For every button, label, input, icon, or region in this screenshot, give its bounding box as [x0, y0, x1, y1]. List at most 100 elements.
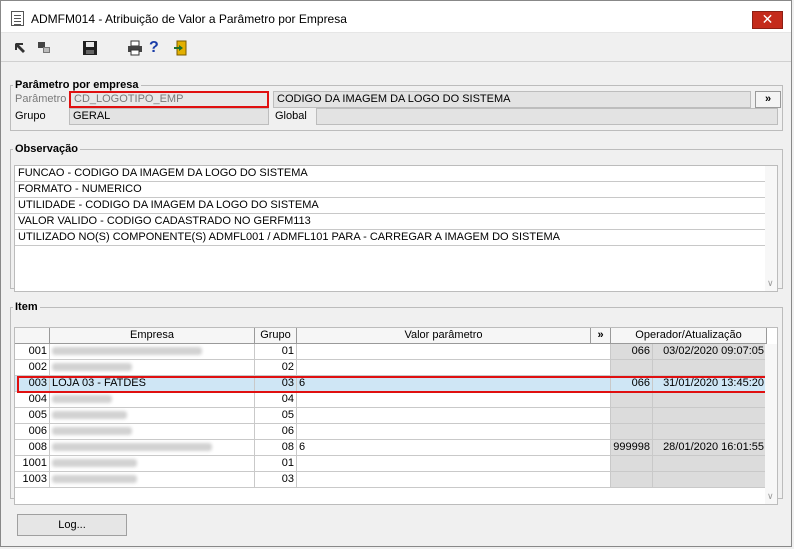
table-row[interactable]: 005 05 [15, 408, 767, 424]
item-grid: Empresa Grupo Valor parâmetro » Operador… [14, 327, 778, 505]
cell-empresa[interactable] [50, 456, 255, 472]
obs-section: Observação FUNCAO - CODIGO DA IMAGEM DA … [10, 143, 783, 292]
navigate-restore-icon[interactable] [35, 39, 53, 57]
table-row[interactable]: 1003 03 [15, 472, 767, 488]
scroll-down-icon[interactable]: ∨ [767, 491, 774, 502]
param-section: Parâmetro por empresa Parâmetro CD_LOGOT… [10, 79, 783, 131]
log-button[interactable]: Log... [17, 514, 127, 536]
cell-empresa[interactable] [50, 392, 255, 408]
cell-atualizacao[interactable] [653, 456, 767, 472]
cell-operador[interactable]: 999998 [611, 440, 653, 456]
grid-header-valor[interactable]: Valor parâmetro [297, 328, 591, 344]
cell-code[interactable]: 006 [15, 424, 50, 440]
table-row[interactable]: 001 01 066 03/02/2020 09:07:05 [15, 344, 767, 360]
cell-valor[interactable] [297, 456, 611, 472]
print-icon[interactable] [126, 39, 144, 57]
grid-header-grupo[interactable]: Grupo [255, 328, 297, 344]
cell-code[interactable]: 004 [15, 392, 50, 408]
grid-header-operador[interactable]: Operador/Atualização [611, 328, 767, 344]
cell-operador[interactable] [611, 408, 653, 424]
cell-grupo[interactable]: 01 [255, 344, 297, 360]
parametro-label: Parâmetro [15, 93, 67, 105]
parametro-field[interactable]: CD_LOGOTIPO_EMP [69, 91, 269, 108]
app-window: ADMFM014 - Atribuição de Valor a Parâmet… [0, 0, 792, 547]
cell-code[interactable]: 002 [15, 360, 50, 376]
cell-atualizacao[interactable] [653, 360, 767, 376]
cell-code[interactable]: 1001 [15, 456, 50, 472]
cell-operador[interactable]: 066 [611, 344, 653, 360]
cell-valor[interactable] [297, 392, 611, 408]
close-button[interactable]: ✕ [752, 11, 783, 29]
cell-operador[interactable] [611, 456, 653, 472]
cell-atualizacao[interactable] [653, 408, 767, 424]
cell-atualizacao[interactable] [653, 392, 767, 408]
table-row[interactable]: 004 04 [15, 392, 767, 408]
cell-atualizacao[interactable] [653, 424, 767, 440]
cell-empresa[interactable] [50, 424, 255, 440]
observation-scrollbar[interactable]: ∨ [765, 166, 777, 291]
table-row[interactable]: 006 06 [15, 424, 767, 440]
grid-header-code[interactable] [15, 328, 50, 344]
observation-line: FORMATO - NUMERICO [15, 182, 767, 198]
table-row[interactable]: 008 08 6 999998 28/01/2020 16:01:55 [15, 440, 767, 456]
cell-valor[interactable]: 6 [297, 440, 611, 456]
cell-valor[interactable] [297, 344, 611, 360]
observation-line: VALOR VALIDO - CODIGO CADASTRADO NO GERF… [15, 214, 767, 230]
navigate-first-icon[interactable] [13, 39, 31, 57]
global-field[interactable] [316, 108, 778, 125]
item-section: Item Empresa Grupo Valor parâmetro » Ope… [10, 301, 783, 505]
cell-operador[interactable] [611, 392, 653, 408]
cell-valor[interactable] [297, 472, 611, 488]
grupo-field[interactable]: GERAL [69, 108, 269, 125]
cell-operador[interactable]: 066 [611, 376, 653, 392]
redacted-company-name [52, 459, 137, 468]
cell-code[interactable]: 001 [15, 344, 50, 360]
help-icon[interactable]: ? [149, 39, 167, 57]
cell-valor[interactable]: 6 [297, 376, 611, 392]
cell-empresa[interactable] [50, 440, 255, 456]
cell-operador[interactable] [611, 472, 653, 488]
redacted-company-name [52, 411, 127, 420]
cell-grupo[interactable]: 03 [255, 472, 297, 488]
grid-header-more-button[interactable]: » [591, 328, 611, 344]
cell-atualizacao[interactable]: 31/01/2020 13:45:20 [653, 376, 767, 392]
cell-atualizacao[interactable]: 03/02/2020 09:07:05 [653, 344, 767, 360]
table-row[interactable]: 003 LOJA 03 - FATDES 03 6 066 31/01/2020 13:4… [15, 376, 767, 392]
cell-code[interactable]: 1003 [15, 472, 50, 488]
table-row[interactable]: 1001 01 [15, 456, 767, 472]
param-section-legend: Parâmetro por empresa [15, 79, 139, 91]
document-icon [11, 11, 24, 26]
cell-grupo[interactable]: 02 [255, 360, 297, 376]
cell-valor[interactable] [297, 424, 611, 440]
grid-scrollbar[interactable]: ∨ [765, 344, 777, 504]
table-row[interactable]: 002 02 [15, 360, 767, 376]
cell-valor[interactable] [297, 360, 611, 376]
cell-empresa[interactable]: LOJA 03 - FATDES [50, 376, 255, 392]
cell-operador[interactable] [611, 424, 653, 440]
cell-empresa[interactable] [50, 472, 255, 488]
cell-empresa[interactable] [50, 344, 255, 360]
cell-code[interactable]: 008 [15, 440, 50, 456]
toolbar: ? [1, 34, 791, 62]
cell-grupo[interactable]: 05 [255, 408, 297, 424]
cell-code[interactable]: 003 [15, 376, 50, 392]
cell-grupo[interactable]: 04 [255, 392, 297, 408]
cell-grupo[interactable]: 01 [255, 456, 297, 472]
exit-door-icon[interactable] [173, 39, 191, 57]
title-bar: ADMFM014 - Atribuição de Valor a Parâmet… [1, 1, 791, 33]
cell-grupo[interactable]: 08 [255, 440, 297, 456]
cell-empresa[interactable] [50, 360, 255, 376]
cell-valor[interactable] [297, 408, 611, 424]
cell-grupo[interactable]: 03 [255, 376, 297, 392]
cell-atualizacao[interactable] [653, 472, 767, 488]
cell-grupo[interactable]: 06 [255, 424, 297, 440]
scroll-down-icon[interactable]: ∨ [767, 278, 774, 289]
cell-code[interactable]: 005 [15, 408, 50, 424]
cell-atualizacao[interactable]: 28/01/2020 16:01:55 [653, 440, 767, 456]
cell-empresa[interactable] [50, 408, 255, 424]
save-icon[interactable] [81, 39, 99, 57]
grid-header-empresa[interactable]: Empresa [50, 328, 255, 344]
cell-operador[interactable] [611, 360, 653, 376]
parametro-lookup-button[interactable]: » [755, 91, 781, 108]
observation-box[interactable]: FUNCAO - CODIGO DA IMAGEM DA LOGO DO SIS… [14, 165, 778, 292]
